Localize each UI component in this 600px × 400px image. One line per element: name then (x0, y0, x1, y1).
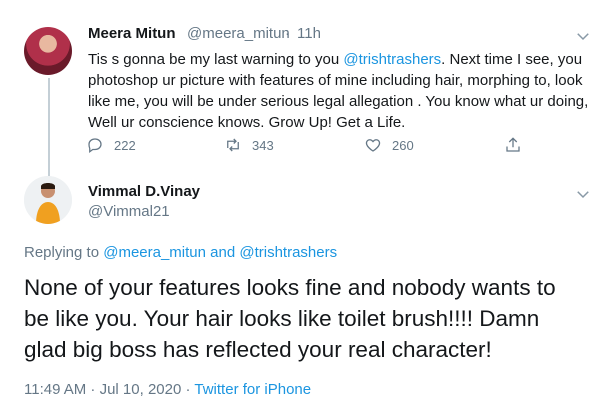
tweet-source-link[interactable]: Twitter for iPhone (194, 381, 311, 398)
reply-icon (88, 138, 102, 154)
retweet-button[interactable]: 343 (224, 136, 274, 154)
avatar[interactable] (24, 27, 72, 75)
tweet-timestamp[interactable]: 11:49 AM · Jul 10, 2020 (24, 381, 181, 398)
dot-separator: · (285, 25, 290, 42)
tweet-text-line: be like you. Your hair looks like toilet… (24, 306, 540, 331)
reply-button[interactable]: 222 (86, 136, 136, 154)
tweet-time[interactable]: 11h (297, 25, 321, 42)
reply-count: 222 (114, 137, 136, 153)
retweet-icon (227, 138, 239, 152)
replying-to-users-link[interactable]: @meera_mitun and @trishtrashers (103, 244, 337, 261)
share-button[interactable] (504, 136, 522, 154)
author-display-name[interactable]: Meera Mitun (88, 25, 176, 42)
retweet-count: 343 (252, 137, 274, 153)
tweet-text-line: photoshop ur picture with features of mi… (88, 72, 583, 89)
avatar-image (24, 176, 72, 224)
like-count: 260 (392, 137, 414, 153)
meta-separator: · (181, 381, 195, 398)
replying-to-label: Replying to (24, 244, 104, 261)
author-handle[interactable]: @Vimmal21 (88, 203, 170, 220)
tweet-text-line: like me, you will be under serious legal… (88, 93, 589, 110)
like-button[interactable]: 260 (364, 136, 414, 154)
author-handle[interactable]: @meera_mitun (187, 25, 290, 42)
share-icon (506, 137, 520, 152)
more-caret-icon[interactable] (574, 185, 592, 203)
more-caret-icon[interactable] (574, 27, 592, 45)
tweet-text-line: Well ur conscience knows. Grow Up! Get a… (88, 114, 406, 131)
tweet-meta: 11:49 AM · Jul 10, 2020 · Twitter for iP… (24, 381, 311, 398)
tweet-text-line: Tis s gonna be my last warning to you (88, 51, 344, 68)
tweet-text: Tis s gonna be my last warning to you @t… (88, 49, 600, 133)
mention-link[interactable]: @trishtrashers (343, 51, 441, 68)
tweet-text: None of your features looks fine and nob… (24, 272, 600, 365)
author-display-name[interactable]: Vimmal D.Vinay (88, 183, 200, 200)
tweet-text-line: . Next time I see, you (441, 51, 583, 68)
replying-to-line: Replying to @meera_mitun and @trishtrash… (24, 244, 337, 261)
like-icon (365, 139, 381, 152)
thread-connector-line (48, 78, 50, 178)
tweet-text-line: None of your features looks fine and nob… (24, 275, 556, 300)
tweet-text-line: glad big boss has reflected your real ch… (24, 337, 492, 362)
avatar[interactable] (24, 176, 72, 224)
